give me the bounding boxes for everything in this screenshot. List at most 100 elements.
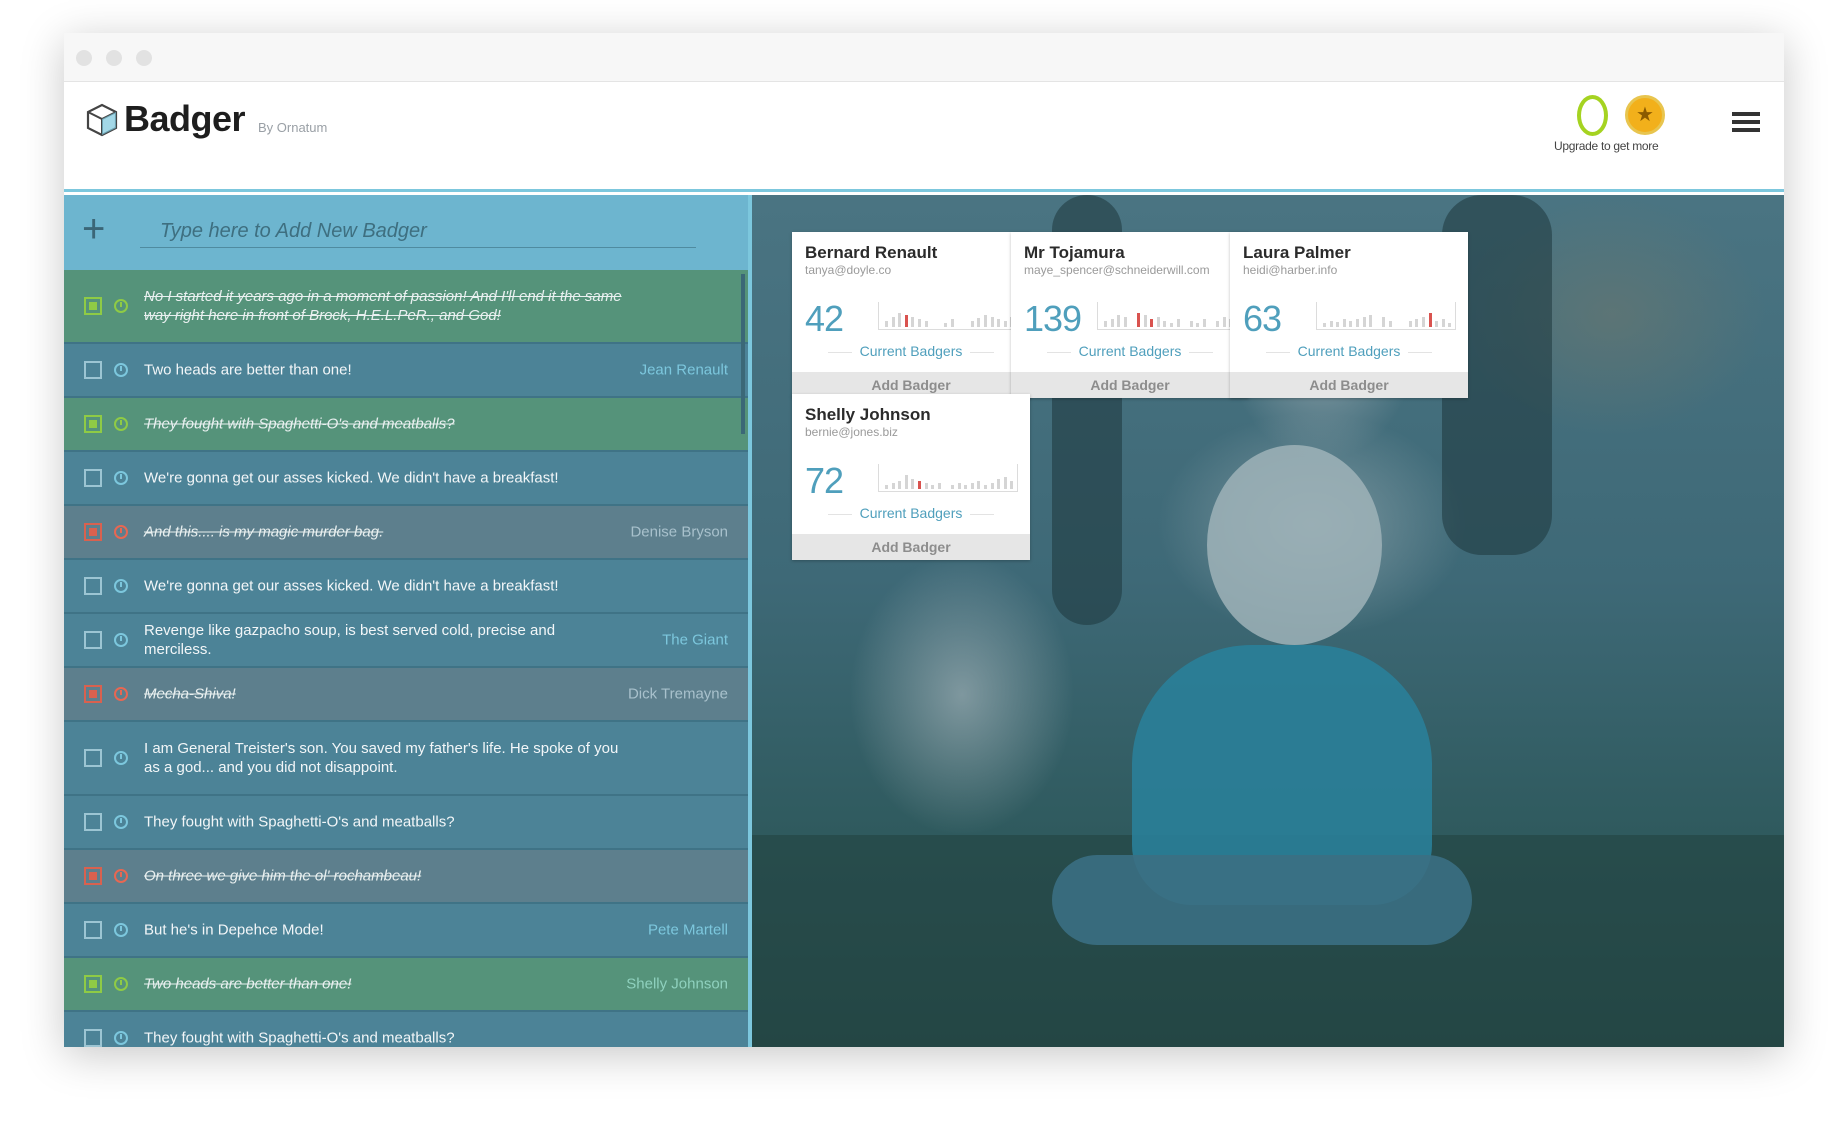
task-assignee[interactable]: The Giant	[662, 632, 728, 649]
task-text: We're gonna get our asses kicked. We did…	[144, 577, 559, 595]
clock-icon[interactable]	[114, 923, 128, 937]
task-checkbox[interactable]	[84, 685, 102, 703]
clock-icon[interactable]	[114, 1031, 128, 1045]
sparkline-bar	[1422, 317, 1425, 327]
task-row[interactable]: We're gonna get our asses kicked. We did…	[64, 560, 748, 614]
add-badger-button[interactable]: Add Badger	[1230, 372, 1468, 398]
clock-icon[interactable]	[114, 751, 128, 765]
current-badgers-link[interactable]: Current Badgers	[851, 343, 971, 359]
app-window: Badger By Ornatum ★ Upgrade to get more …	[64, 33, 1784, 1047]
clock-icon[interactable]	[114, 299, 128, 313]
close-window-button[interactable]	[76, 50, 92, 66]
sparkline-bar	[1349, 321, 1353, 327]
sparkline-bar	[885, 485, 888, 489]
task-row[interactable]: We're gonna get our asses kicked. We did…	[64, 452, 748, 506]
task-checkbox[interactable]	[84, 523, 102, 541]
clock-icon[interactable]	[114, 417, 128, 431]
sparkline-bar	[1123, 317, 1127, 327]
clock-icon[interactable]	[114, 579, 128, 593]
task-text: I am General Treister's son. You saved m…	[144, 740, 619, 776]
task-row[interactable]: Mecha-Shiva! Dick Tremayne	[64, 668, 748, 722]
card-sparkline	[878, 464, 1018, 492]
sparkline-bar	[1389, 321, 1392, 327]
task-checkbox[interactable]	[84, 921, 102, 939]
clock-icon[interactable]	[114, 869, 128, 883]
clock-icon[interactable]	[114, 977, 128, 991]
add-badger-button[interactable]: Add Badger	[1011, 372, 1249, 398]
sparkline-bar	[944, 323, 948, 327]
add-badger-bar: +	[64, 195, 748, 270]
task-assignee[interactable]: Denise Bryson	[630, 524, 728, 541]
task-row[interactable]: Revenge like gazpacho soup, is best serv…	[64, 614, 748, 668]
clock-icon[interactable]	[114, 687, 128, 701]
task-checkbox[interactable]	[84, 867, 102, 885]
sparkline-bar	[885, 321, 888, 327]
task-row[interactable]: They fought with Spaghetti-O's and meatb…	[64, 796, 748, 850]
badger-card[interactable]: Laura Palmer heidi@harber.info 63 Current B…	[1230, 232, 1468, 398]
card-name: Bernard Renault	[805, 243, 938, 262]
sparkline-bar	[911, 479, 915, 489]
task-assignee[interactable]: Shelly Johnson	[626, 976, 728, 993]
sparkline-bar	[911, 317, 915, 327]
current-badgers-link[interactable]: Current Badgers	[1070, 343, 1190, 359]
clock-icon[interactable]	[114, 633, 128, 647]
minimize-window-button[interactable]	[106, 50, 122, 66]
add-badger-input[interactable]	[140, 215, 696, 248]
current-badgers-link[interactable]: Current Badgers	[851, 505, 971, 521]
task-row[interactable]: They fought with Spaghetti-O's and meatb…	[64, 398, 748, 452]
card-sparkline	[1316, 302, 1456, 330]
sparkline-bar	[1323, 323, 1326, 327]
task-checkbox[interactable]	[84, 1029, 102, 1047]
task-row[interactable]: Two heads are better than one! Jean Renau…	[64, 344, 748, 398]
sparkline-bar	[1003, 321, 1007, 327]
clock-icon[interactable]	[114, 471, 128, 485]
task-row[interactable]: They fought with Spaghetti-O's and meatb…	[64, 1012, 748, 1047]
upgrade-counter-ring[interactable]	[1577, 95, 1608, 136]
badger-card[interactable]: Bernard Renault tanya@doyle.co 42 Current B…	[792, 232, 1030, 398]
clock-icon[interactable]	[114, 815, 128, 829]
sparkline-bar	[891, 483, 895, 489]
task-checkbox[interactable]	[84, 749, 102, 767]
task-row[interactable]: But he's in Depehce Mode! Pete Martell	[64, 904, 748, 958]
sparkline-bar	[1143, 315, 1147, 327]
sparkline-bar	[931, 485, 935, 489]
card-email: maye_spencer@schneiderwill.com	[1024, 263, 1210, 277]
task-row[interactable]: On three we give him the ol' rochambeau!	[64, 850, 748, 904]
task-checkbox[interactable]	[84, 631, 102, 649]
task-checkbox[interactable]	[84, 297, 102, 315]
menu-icon[interactable]	[1732, 112, 1760, 132]
clock-icon[interactable]	[114, 363, 128, 377]
task-assignee[interactable]: Jean Renault	[640, 362, 728, 379]
task-text: They fought with Spaghetti-O's and meatb…	[144, 1029, 455, 1047]
task-checkbox[interactable]	[84, 361, 102, 379]
sparkline-bar	[1170, 323, 1173, 327]
sparkline-bar	[984, 485, 987, 489]
plus-icon[interactable]: +	[82, 209, 105, 249]
maximize-window-button[interactable]	[136, 50, 152, 66]
task-checkbox[interactable]	[84, 415, 102, 433]
upgrade-link[interactable]: Upgrade to get more	[1554, 139, 1659, 153]
clock-icon[interactable]	[114, 525, 128, 539]
task-row[interactable]: And this.... is my magic murder bag. Deni…	[64, 506, 748, 560]
task-row[interactable]: Two heads are better than one! Shelly Joh…	[64, 958, 748, 1012]
add-badger-button[interactable]: Add Badger	[792, 534, 1030, 560]
sparkline-bar	[1336, 322, 1340, 327]
task-list-scrollbar[interactable]	[741, 274, 745, 434]
task-assignee[interactable]: Pete Martell	[648, 922, 728, 939]
sparkline-bar	[891, 317, 895, 327]
badger-coin-icon[interactable]: ★	[1625, 95, 1665, 135]
task-checkbox[interactable]	[84, 813, 102, 831]
sparkline-bar	[937, 483, 941, 489]
sparkline-bar	[997, 319, 1001, 327]
task-row[interactable]: I am General Treister's son. You saved m…	[64, 722, 748, 796]
task-checkbox[interactable]	[84, 469, 102, 487]
task-checkbox[interactable]	[84, 577, 102, 595]
badger-card[interactable]: Mr Tojamura maye_spencer@schneiderwill.co…	[1011, 232, 1249, 398]
task-checkbox[interactable]	[84, 975, 102, 993]
task-assignee[interactable]: Dick Tremayne	[628, 686, 728, 703]
badger-card[interactable]: Shelly Johnson bernie@jones.biz 72 Current …	[792, 394, 1030, 560]
current-badgers-link[interactable]: Current Badgers	[1289, 343, 1409, 359]
sparkline-bar	[904, 475, 908, 489]
brand-name[interactable]: Badger	[124, 98, 246, 140]
task-row[interactable]: No I started it years ago in a moment of…	[64, 270, 748, 344]
